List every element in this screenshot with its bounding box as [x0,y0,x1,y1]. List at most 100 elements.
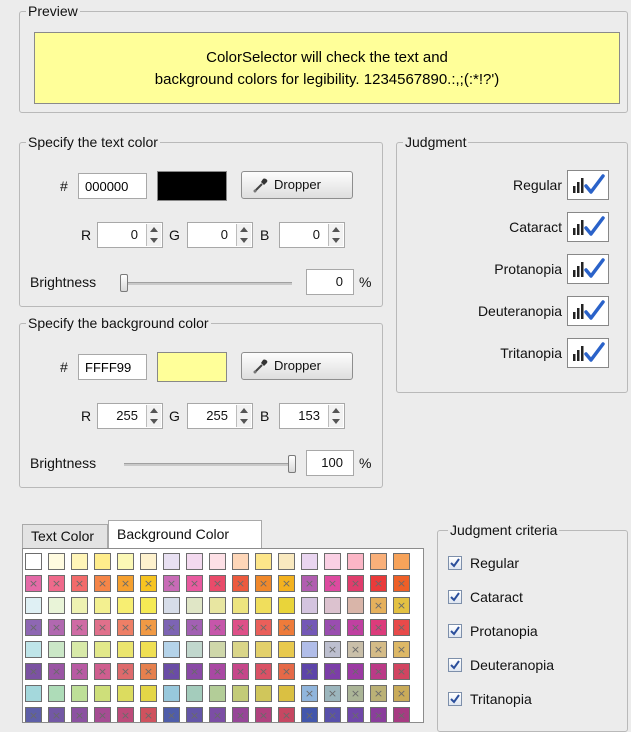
palette-cell[interactable] [301,553,318,570]
palette-cell[interactable] [71,685,88,702]
palette-cell[interactable] [278,685,295,702]
palette-cell[interactable] [209,553,226,570]
palette-cell[interactable]: × [393,641,410,658]
palette-cell[interactable] [278,641,295,658]
palette-cell[interactable]: × [25,575,42,592]
palette-cell[interactable] [25,597,42,614]
palette-cell[interactable] [140,685,157,702]
palette-cell[interactable] [48,641,65,658]
palette-cell[interactable]: × [186,663,203,680]
tab-background-color[interactable]: Background Color [108,520,262,548]
palette-cell[interactable] [140,553,157,570]
palette-cell[interactable] [301,641,318,658]
text-b-spinner[interactable]: 0 [279,222,345,248]
criteria-checkbox[interactable] [448,624,462,638]
palette-cell[interactable]: × [393,619,410,636]
palette-cell[interactable]: × [370,597,387,614]
palette-cell[interactable]: × [324,619,341,636]
palette-cell[interactable] [140,641,157,658]
palette-cell[interactable] [255,553,272,570]
text-g-spin-buttons[interactable] [236,224,251,246]
palette-cell[interactable] [94,597,111,614]
palette-cell[interactable] [163,553,180,570]
palette-cell[interactable]: × [278,663,295,680]
text-hex-input[interactable] [78,173,147,199]
palette-cell[interactable]: × [301,685,318,702]
bg-g-spin-buttons[interactable] [236,405,251,427]
palette-cell[interactable]: × [94,663,111,680]
palette-cell[interactable]: × [255,663,272,680]
palette-cell[interactable] [255,597,272,614]
criteria-checkbox[interactable] [448,692,462,706]
palette-cell[interactable]: × [140,575,157,592]
palette-cell[interactable]: × [163,619,180,636]
palette-cell[interactable] [186,685,203,702]
criteria-deuteranopia[interactable]: Deuteranopia [448,654,554,676]
bg-r-spinner[interactable]: 255 [97,403,163,429]
palette-cell[interactable] [186,597,203,614]
palette-cell[interactable]: × [324,685,341,702]
palette-cell[interactable]: × [48,575,65,592]
palette-cell[interactable] [255,685,272,702]
palette-cell[interactable]: × [278,619,295,636]
palette-cell[interactable]: × [232,575,249,592]
palette-cell[interactable] [347,597,364,614]
palette-cell[interactable] [48,553,65,570]
tab-text-color[interactable]: Text Color [22,524,108,548]
criteria-checkbox[interactable] [448,658,462,672]
criteria-tritanopia[interactable]: Tritanopia [448,688,532,710]
palette-cell[interactable]: × [324,641,341,658]
palette-cell[interactable] [117,597,134,614]
palette-cell[interactable] [94,641,111,658]
criteria-cataract[interactable]: Cataract [448,586,523,608]
palette-cell[interactable]: × [393,575,410,592]
palette-cell[interactable]: × [393,663,410,680]
bg-b-spin-buttons[interactable] [328,405,343,427]
palette-cell[interactable] [140,597,157,614]
palette-cell[interactable]: × [347,619,364,636]
palette-cell[interactable]: × [370,575,387,592]
palette-cell[interactable]: × [209,663,226,680]
palette-cell[interactable] [163,597,180,614]
palette-cell[interactable] [25,685,42,702]
palette-cell[interactable]: × [209,619,226,636]
bg-b-spinner[interactable]: 153 [279,403,345,429]
text-brightness-track[interactable] [124,282,292,285]
text-dropper-button[interactable]: Dropper [241,171,353,199]
palette-cell[interactable] [71,597,88,614]
palette-cell[interactable]: × [140,663,157,680]
palette-cell[interactable] [232,553,249,570]
text-r-spinner[interactable]: 0 [97,222,163,248]
palette-cell[interactable] [324,597,341,614]
palette-cell[interactable] [232,597,249,614]
palette-cell[interactable]: × [209,575,226,592]
palette-cell[interactable]: × [324,663,341,680]
palette-cell[interactable] [117,553,134,570]
palette-cell[interactable]: × [255,619,272,636]
palette-cell[interactable]: × [117,663,134,680]
palette-cell[interactable]: × [393,597,410,614]
palette-cell[interactable] [48,685,65,702]
palette-cell[interactable] [209,685,226,702]
palette-cell[interactable] [71,641,88,658]
bg-brightness-track[interactable] [124,463,292,466]
text-r-spin-buttons[interactable] [146,224,161,246]
palette-cell[interactable]: × [117,575,134,592]
palette-cell[interactable]: × [301,575,318,592]
palette-cell[interactable] [25,641,42,658]
bg-g-spinner[interactable]: 255 [187,403,253,429]
bg-hex-input[interactable] [78,354,147,380]
palette-cell[interactable] [163,641,180,658]
criteria-regular[interactable]: Regular [448,552,519,574]
palette-cell[interactable]: × [71,619,88,636]
palette-cell[interactable] [209,597,226,614]
palette-cell[interactable] [94,685,111,702]
palette-cell[interactable]: × [163,575,180,592]
palette-cell[interactable]: × [117,619,134,636]
palette-cell[interactable] [232,685,249,702]
palette-cell[interactable] [186,553,203,570]
bg-r-spin-buttons[interactable] [146,405,161,427]
palette-cell[interactable]: × [48,663,65,680]
palette-cell[interactable]: × [370,619,387,636]
text-brightness-input[interactable]: 0 [306,269,354,295]
